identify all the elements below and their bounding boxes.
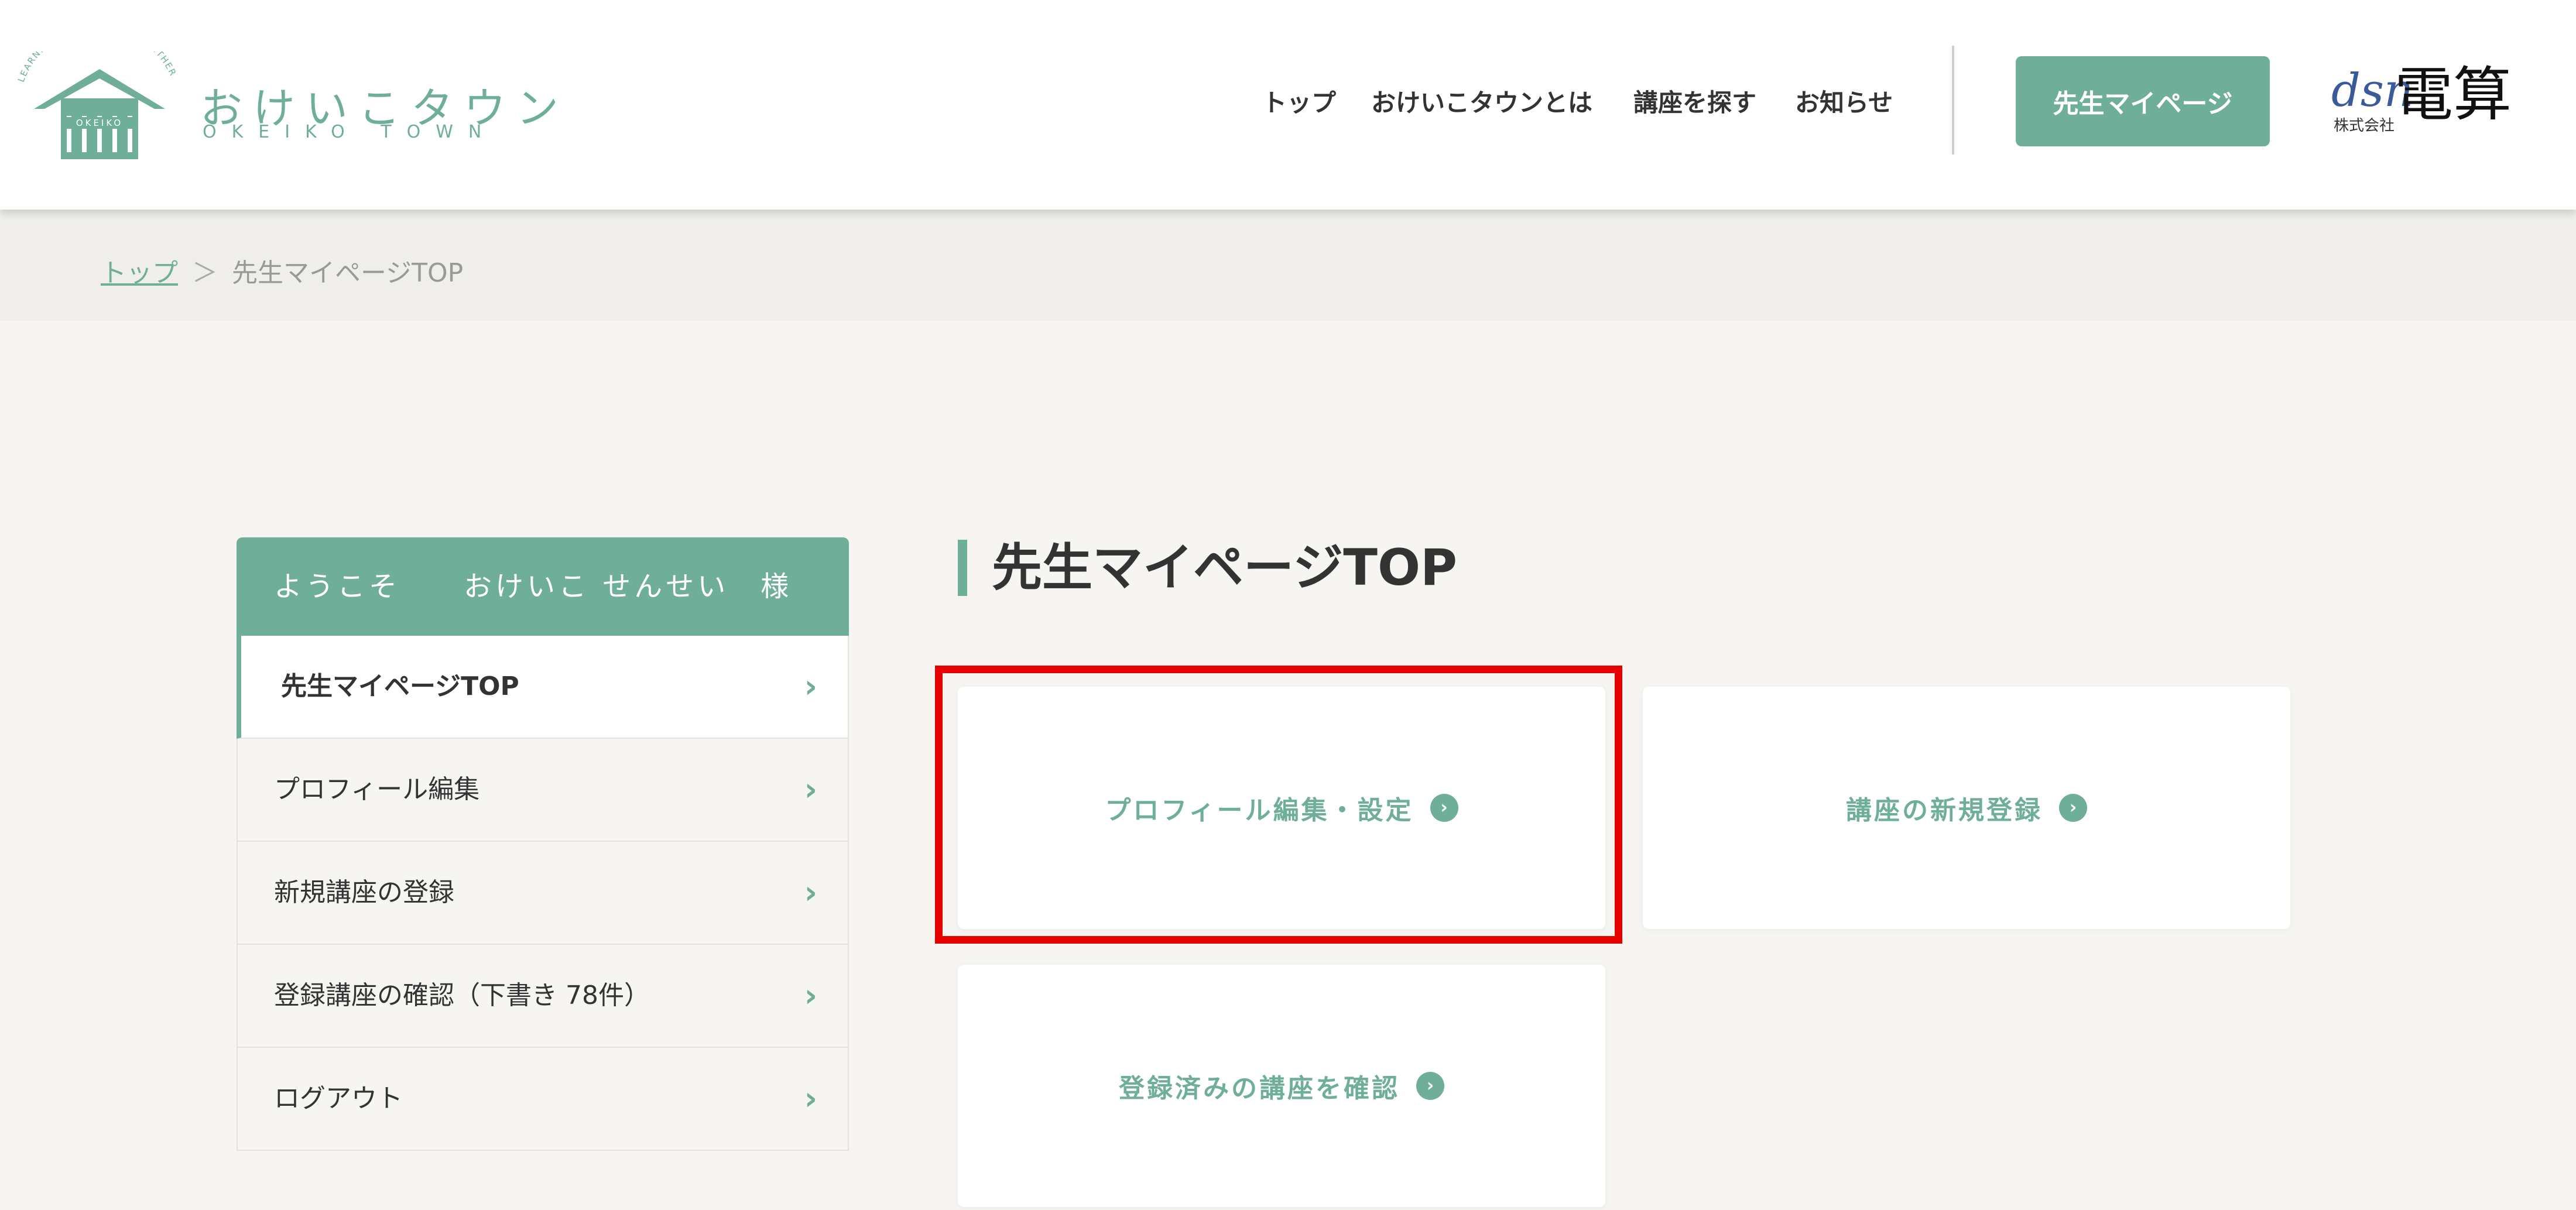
new-course-card[interactable]: 講座の新規登録 › [1643, 687, 2290, 929]
nav-top[interactable]: トップ [1262, 83, 1336, 119]
breadcrumb: トップ ＞ 先生マイページTOP [101, 252, 463, 289]
sidebar-item-label: 登録講座の確認（下書き 78件） [274, 981, 650, 1010]
breadcrumb-current: 先生マイページTOP [232, 258, 464, 288]
sidebar: ようこそ おけいこ せんせい 様 先生マイページTOP › プロフィール編集 ›… [237, 537, 849, 1151]
sidebar-item-new-course[interactable]: 新規講座の登録 › [237, 842, 849, 945]
site-header: LEARNING · TEACHING · TOGETHER OKEIKO おけ… [0, 0, 2576, 210]
nav-about[interactable]: おけいこタウンとは [1371, 83, 1592, 119]
sidebar-item-label: 新規講座の登録 [274, 877, 454, 907]
page-title: 先生マイページTOP [958, 540, 1457, 596]
house-icon: LEARNING · TEACHING · TOGETHER OKEIKO [16, 52, 177, 159]
circle-arrow-right-icon: › [2059, 794, 2087, 822]
nav-divider [1952, 46, 1954, 155]
chevron-right-icon: › [804, 1080, 817, 1117]
partner-logo[interactable]: dsn 株式会社 電算 [2331, 66, 2512, 138]
teacher-mypage-button[interactable]: 先生マイページ [2016, 56, 2270, 146]
sidebar-item-registered-courses[interactable]: 登録講座の確認（下書き 78件） › [237, 945, 849, 1048]
partner-logo-name: 電算 [2395, 60, 2512, 129]
breadcrumb-home-link[interactable]: トップ [101, 258, 178, 288]
profile-settings-card[interactable]: プロフィール編集・設定 › [958, 687, 1605, 929]
partner-logo-kk: 株式会社 [2334, 117, 2395, 135]
chevron-right-icon: › [804, 977, 817, 1014]
sidebar-item-profile-edit[interactable]: プロフィール編集 › [237, 739, 849, 842]
sidebar-item-label: ログアウト [274, 1084, 403, 1113]
svg-text:OKEIKO: OKEIKO [76, 118, 123, 128]
sidebar-item-label: プロフィール編集 [274, 774, 480, 804]
card-label: プロフィール編集・設定 [1105, 796, 1414, 825]
chevron-right-icon: › [804, 874, 817, 911]
breadcrumb-separator: ＞ [192, 258, 218, 288]
logo-subtext: OKEIKO TOWN [203, 122, 497, 142]
card-label: 登録済みの講座を確認 [1119, 1074, 1400, 1103]
card-label: 講座の新規登録 [1846, 796, 2043, 825]
nav-search-courses[interactable]: 講座を探す [1633, 83, 1756, 119]
welcome-banner: ようこそ おけいこ せんせい 様 [237, 537, 849, 636]
circle-arrow-right-icon: › [1416, 1072, 1444, 1100]
site-logo[interactable]: LEARNING · TEACHING · TOGETHER OKEIKO おけ… [16, 52, 559, 163]
chevron-right-icon: › [804, 771, 817, 808]
nav-news[interactable]: お知らせ [1795, 83, 1893, 119]
chevron-right-icon: › [804, 668, 817, 705]
breadcrumb-bar: トップ ＞ 先生マイページTOP [0, 210, 2576, 321]
registered-courses-card[interactable]: 登録済みの講座を確認 › [958, 965, 1605, 1207]
sidebar-item-label: 先生マイページTOP [281, 671, 519, 701]
sidebar-item-logout[interactable]: ログアウト › [237, 1048, 849, 1151]
sidebar-item-mypage-top[interactable]: 先生マイページTOP › [237, 636, 849, 739]
circle-arrow-right-icon: › [1430, 794, 1458, 822]
